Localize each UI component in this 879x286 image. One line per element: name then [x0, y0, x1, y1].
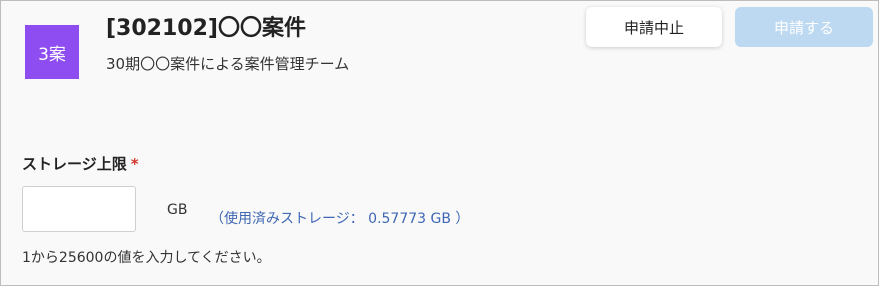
apply-button[interactable]: 申請する [735, 7, 873, 47]
storage-limit-label: ストレージ上限 * [22, 153, 139, 174]
storage-limit-label-text: ストレージ上限 [22, 155, 127, 173]
page-title: [302102]〇〇案件 [106, 16, 306, 41]
project-avatar: 3案 [25, 25, 79, 79]
page-subtitle: 30期〇〇案件による案件管理チーム [106, 55, 350, 73]
used-storage-info: （使用済みストレージ： 0.57773 GB ） [210, 211, 470, 227]
storage-unit: GB [167, 202, 188, 218]
panel: 3案 [302102]〇〇案件 30期〇〇案件による案件管理チーム 申請中止 申… [0, 0, 879, 286]
required-mark: * [130, 155, 139, 173]
storage-limit-hint: 1から25600の値を入力してください。 [22, 250, 271, 266]
cancel-application-button[interactable]: 申請中止 [586, 7, 722, 47]
avatar-label: 3案 [38, 44, 66, 65]
storage-limit-input[interactable] [22, 186, 136, 232]
